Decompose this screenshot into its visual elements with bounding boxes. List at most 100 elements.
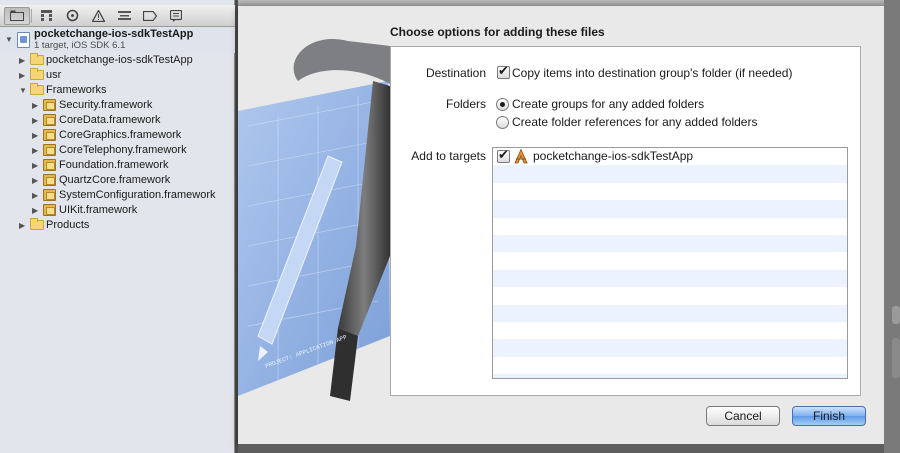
search-navigator-tab[interactable] [59,7,85,25]
empty-row [493,374,847,378]
blueprint-hammer-icon: PROJECT: APPLICATION.APP [238,39,390,401]
window-bottom-strip [238,444,884,453]
empty-row [493,339,847,357]
empty-row [493,357,847,374]
disclosure-triangle-icon[interactable]: ▶ [32,161,38,170]
tree-item[interactable]: ▶ usr [0,68,235,83]
scroller-track[interactable] [892,338,900,378]
tree-item[interactable]: ▶ CoreData.framework [0,113,235,128]
tree-item-label: Products [46,219,90,231]
tree-item[interactable]: ▶ CoreTelephony.framework [0,143,235,158]
create-folder-references-label[interactable]: Create folder references for any added f… [512,115,757,129]
tree-item-label: CoreGraphics.framework [59,129,182,141]
disclosure-triangle-icon[interactable]: ▶ [19,71,25,80]
empty-row [493,200,847,218]
empty-row [493,234,847,253]
folder-icon [10,10,24,21]
framework-icon [43,144,56,156]
disclosure-triangle-icon[interactable]: ▼ [19,86,27,95]
framework-icon [43,114,56,126]
disclosure-triangle-icon[interactable]: ▶ [32,116,38,125]
disclosure-triangle-icon[interactable]: ▶ [32,146,38,155]
project-root[interactable]: ▼ pocketchange-ios-sdkTestApp 1 target, … [0,27,235,53]
empty-row [493,252,847,269]
tree-item-label: Security.framework [59,99,153,111]
empty-row [493,183,847,200]
disclosure-triangle-icon[interactable]: ▶ [32,131,38,140]
tree-item[interactable]: ▶ SystemConfiguration.framework [0,188,235,203]
tree-item-label: SystemConfiguration.framework [59,189,216,201]
breakpoint-icon [143,10,157,21]
xcode-project-icon [17,32,30,48]
disclosure-triangle-icon[interactable]: ▶ [19,56,25,65]
tree-item-label: Foundation.framework [59,159,169,171]
navigator-tab-bar [0,5,235,27]
framework-icon [43,174,56,186]
issue-navigator-tab[interactable] [85,7,111,25]
tree-item[interactable]: ▶ CoreGraphics.framework [0,128,235,143]
destination-label: Destination [425,66,486,80]
xcode-blueprint-artwork: PROJECT: APPLICATION.APP [238,6,390,444]
create-groups-label[interactable]: Create groups for any added folders [512,97,704,111]
framework-icon [43,189,56,201]
tree-item[interactable]: ▼ Frameworks [0,83,235,98]
targets-list[interactable]: pocketchange-ios-sdkTestApp [492,147,848,379]
search-icon [66,9,78,22]
tree-item-label: usr [46,69,62,81]
symbol-navigator-tab[interactable] [33,7,59,25]
create-folder-references-radio[interactable] [496,116,509,129]
log-navigator-tab[interactable] [163,7,189,25]
target-row[interactable]: pocketchange-ios-sdkTestApp [493,148,847,165]
create-groups-radio[interactable] [496,98,509,111]
empty-row [493,304,847,322]
tree-item[interactable]: ▶ UIKit.framework [0,203,235,218]
warning-icon [91,9,105,22]
framework-icon [43,204,56,216]
target-name: pocketchange-ios-sdkTestApp [533,149,694,163]
folders-label: Folders [445,97,486,111]
folder-icon [30,53,44,65]
empty-row [493,218,847,235]
cancel-button[interactable]: Cancel [706,406,780,426]
tree-item[interactable]: ▶ Security.framework [0,98,235,113]
tree-item[interactable]: ▶ QuartzCore.framework [0,173,235,188]
framework-icon [43,99,56,111]
tree-item-label: QuartzCore.framework [59,174,171,186]
folder-icon [30,68,44,80]
scroller-knob[interactable] [892,306,900,324]
project-subtitle: 1 target, iOS SDK 6.1 [34,40,126,51]
tree-item[interactable]: ▶ Foundation.framework [0,158,235,173]
app-target-icon [514,149,528,164]
empty-row [493,287,847,304]
empty-row [493,322,847,339]
target-checkbox[interactable] [497,148,510,163]
tab-divider [31,8,32,23]
empty-row [493,165,847,183]
project-name: pocketchange-ios-sdkTestApp [34,28,194,40]
project-navigator-tab[interactable] [4,6,30,25]
copy-items-label[interactable]: Copy items into destination group's fold… [512,66,792,80]
disclosure-triangle-icon[interactable]: ▶ [32,176,38,185]
copy-items-checkbox[interactable] [497,63,510,79]
breakpoint-navigator-tab[interactable] [137,7,163,25]
disclosure-triangle-icon[interactable]: ▶ [32,101,38,110]
project-navigator: ▼ pocketchange-ios-sdkTestApp 1 target, … [0,0,235,453]
tree-item-label: UIKit.framework [59,204,138,216]
tree-item-label: CoreData.framework [59,114,161,126]
tree-item[interactable]: ▶ pocketchange-ios-sdkTestApp [0,53,235,68]
tree-item-label: pocketchange-ios-sdkTestApp [46,54,193,66]
project-tree: ▼ pocketchange-ios-sdkTestApp 1 target, … [0,27,235,233]
disclosure-triangle-icon[interactable]: ▶ [19,221,25,230]
disclosure-triangle-icon[interactable]: ▼ [5,35,13,44]
disclosure-triangle-icon[interactable]: ▶ [32,191,38,200]
hierarchy-icon [40,10,52,21]
debug-navigator-tab[interactable] [111,7,137,25]
dialog-title: Choose options for adding these files [390,25,605,39]
disclosure-triangle-icon[interactable]: ▶ [32,206,38,215]
tree-item[interactable]: ▶ Products [0,218,235,233]
tree-item-label: CoreTelephony.framework [59,144,187,156]
empty-row [493,269,847,288]
tree-item-label: Frameworks [46,84,107,96]
finish-button[interactable]: Finish [792,406,866,426]
framework-icon [43,159,56,171]
